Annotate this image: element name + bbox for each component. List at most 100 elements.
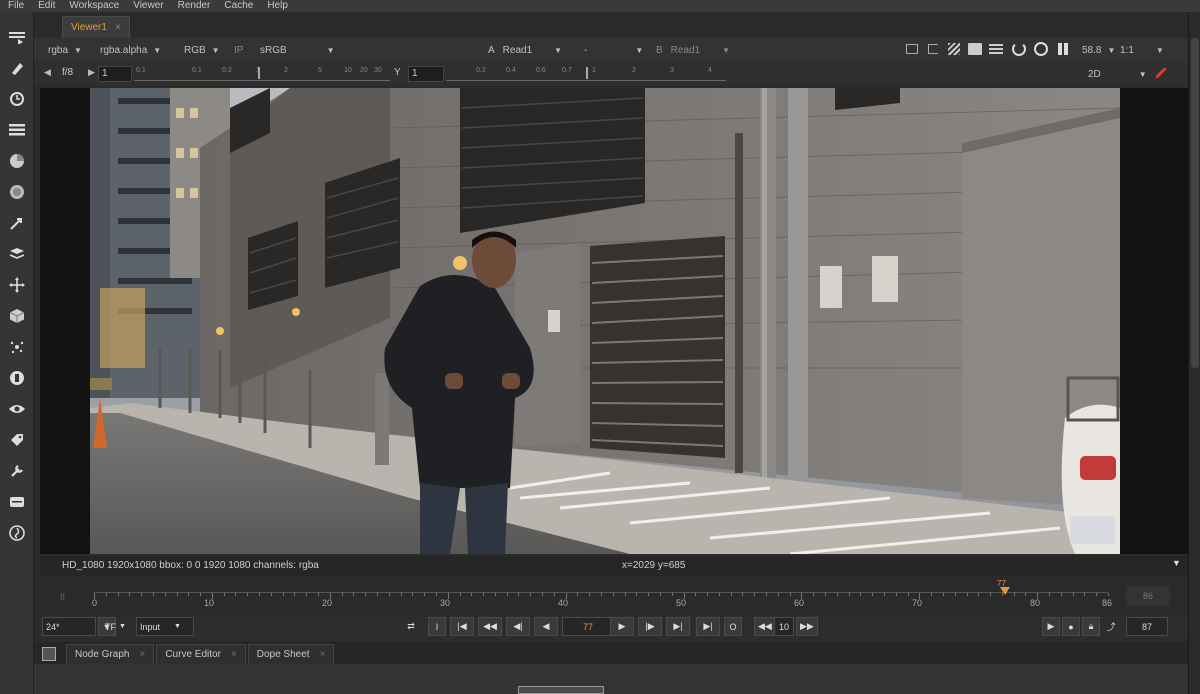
timeline[interactable]: II 77 0 10 20 30 40 50 60 70 80 86 86 xyxy=(40,578,1188,616)
roi-icon[interactable] xyxy=(906,44,918,54)
paint-icon[interactable] xyxy=(6,57,28,79)
lock-icon[interactable]: 🔒︎ xyxy=(1082,617,1100,636)
tab-viewer1[interactable]: Viewer1 × xyxy=(62,16,130,38)
timeline-end-field[interactable]: 86 xyxy=(1126,586,1170,606)
gamma-slider[interactable]: 0.2 0.4 0.6 0.7 1 2 3 4 xyxy=(446,67,726,81)
tf-dropdown[interactable]: TF ▼ xyxy=(102,617,129,636)
right-scrollbar[interactable] xyxy=(1188,12,1200,694)
target-icon[interactable] xyxy=(1034,42,1048,56)
timeline-tick: 40 xyxy=(558,598,569,608)
merge-icon[interactable] xyxy=(6,243,28,265)
gain-handle[interactable] xyxy=(258,67,260,79)
close-icon[interactable]: × xyxy=(320,649,326,660)
chevron-down-icon[interactable]: ▼ xyxy=(1172,558,1181,568)
tab-node-graph[interactable]: Node Graph × xyxy=(66,644,155,664)
gain-input[interactable]: 1 xyxy=(98,66,132,82)
transform-icon[interactable] xyxy=(6,274,28,296)
tab-node-graph-label: Node Graph xyxy=(75,649,130,660)
tab-curve-editor-label: Curve Editor xyxy=(165,649,221,660)
alpha-dropdown[interactable]: rgba.alpha ▼ xyxy=(96,42,165,58)
channel-icon[interactable] xyxy=(6,119,28,141)
flipbook-icon[interactable]: ▶ xyxy=(1042,617,1060,636)
keyer-icon[interactable] xyxy=(6,212,28,234)
close-icon[interactable]: × xyxy=(231,649,237,660)
menu-viewer[interactable]: Viewer xyxy=(133,0,163,12)
deep-icon[interactable] xyxy=(6,367,28,389)
colorspace-dropdown[interactable]: sRGB ▼ xyxy=(256,42,339,58)
viewer-viewport[interactable] xyxy=(40,88,1188,554)
ip-toggle[interactable]: IP xyxy=(230,42,247,58)
view-mode-dropdown[interactable]: 2D ▼ xyxy=(1084,66,1151,82)
refresh-icon[interactable] xyxy=(1012,42,1026,56)
record-icon[interactable]: ● xyxy=(1062,617,1080,636)
next-fstop-icon[interactable]: ▶ xyxy=(88,67,95,78)
overlay-icon[interactable] xyxy=(968,43,982,55)
color-icon[interactable] xyxy=(6,150,28,172)
zoom-level[interactable]: 58.8 ▼ xyxy=(1078,42,1119,58)
next-frame-button[interactable]: |▶ xyxy=(638,617,662,636)
play-forward-button[interactable]: ▶ xyxy=(610,617,634,636)
first-frame-button[interactable]: |◀ xyxy=(450,617,474,636)
ratio-dropdown[interactable]: 1:1 ▼ xyxy=(1116,42,1168,58)
pause-icon[interactable] xyxy=(1058,43,1062,55)
last-frame-button[interactable]: ▶| xyxy=(696,617,720,636)
particles-icon[interactable] xyxy=(6,336,28,358)
paint-brush-icon[interactable] xyxy=(1156,68,1166,78)
menu-render[interactable]: Render xyxy=(178,0,211,12)
prev-keyframe-button[interactable]: ◀◀ xyxy=(478,617,502,636)
layer-dropdown[interactable]: rgba ▼ xyxy=(44,42,86,58)
wipe-dropdown[interactable]: - ▼ xyxy=(580,42,647,58)
play-backward-button[interactable]: ◀ xyxy=(534,617,558,636)
scrollbar-thumb[interactable] xyxy=(1191,38,1199,368)
playback-mode-icon[interactable]: ⇄ xyxy=(402,617,420,636)
time-icon[interactable] xyxy=(6,88,28,110)
close-icon[interactable]: × xyxy=(115,22,121,33)
lut-icon[interactable] xyxy=(989,44,1003,54)
checker-icon[interactable] xyxy=(948,43,960,55)
menu-help[interactable]: Help xyxy=(267,0,288,12)
gamma-input[interactable]: 1 xyxy=(408,66,444,82)
input-b-dropdown[interactable]: B Read1 ▼ xyxy=(652,42,734,58)
gamma-handle[interactable] xyxy=(586,67,588,79)
menu-cache[interactable]: Cache xyxy=(224,0,253,12)
toolsets-icon[interactable] xyxy=(6,460,28,482)
timeline-ruler[interactable]: 77 xyxy=(94,579,1109,602)
bottom-tab-bar: Node Graph × Curve Editor × Dope Sheet × xyxy=(34,642,1200,664)
tab-curve-editor[interactable]: Curve Editor × xyxy=(156,644,246,664)
viewer-icon[interactable] xyxy=(6,26,28,48)
close-icon[interactable]: × xyxy=(139,649,145,660)
next-keyframe-button[interactable]: ▶| xyxy=(666,617,690,636)
menu-workspace[interactable]: Workspace xyxy=(69,0,119,12)
other-icon[interactable] xyxy=(6,491,28,513)
metadata-icon[interactable] xyxy=(6,429,28,451)
node-read1[interactable] xyxy=(518,686,604,694)
3d-icon[interactable] xyxy=(6,305,28,327)
gain-slider[interactable]: 0.1 0.1 0.2 1 2 5 10 20 30 xyxy=(134,67,390,81)
tab-dope-sheet[interactable]: Dope Sheet × xyxy=(247,644,335,664)
display-channel-dropdown[interactable]: RGB ▼ xyxy=(180,42,224,58)
skip-back-button[interactable]: ◀◀ xyxy=(754,617,776,636)
views-icon[interactable] xyxy=(6,398,28,420)
skip-amount-field[interactable]: 10 xyxy=(774,617,794,636)
input-a-dropdown[interactable]: A Read1 ▼ xyxy=(484,42,566,58)
in-point-button[interactable]: I xyxy=(428,617,446,636)
prev-frame-button[interactable]: ◀| xyxy=(506,617,530,636)
gamma-tick: 4 xyxy=(708,67,712,74)
fps-field[interactable]: 24* xyxy=(42,617,96,636)
menu-file[interactable]: File xyxy=(8,0,24,12)
prev-fstop-icon[interactable]: ◀ xyxy=(44,67,51,78)
playhead-marker[interactable] xyxy=(1000,587,1010,595)
filter-icon[interactable] xyxy=(6,181,28,203)
safe-area-icon[interactable] xyxy=(928,44,938,54)
menu-edit[interactable]: Edit xyxy=(38,0,55,12)
zoom-value: 58.8 xyxy=(1082,44,1102,56)
furnace-icon[interactable] xyxy=(6,522,28,544)
input-dropdown[interactable]: Input ▼ xyxy=(136,617,194,636)
node-graph-canvas[interactable] xyxy=(34,664,1200,694)
last-frame-field[interactable]: 87 xyxy=(1126,617,1168,636)
export-icon[interactable]: ⤴ xyxy=(1102,617,1120,636)
skip-forward-button[interactable]: ▶▶ xyxy=(796,617,818,636)
out-point-button[interactable]: O xyxy=(724,617,742,636)
current-frame-field[interactable]: 77 xyxy=(562,617,614,636)
pane-menu-icon[interactable] xyxy=(42,647,56,661)
